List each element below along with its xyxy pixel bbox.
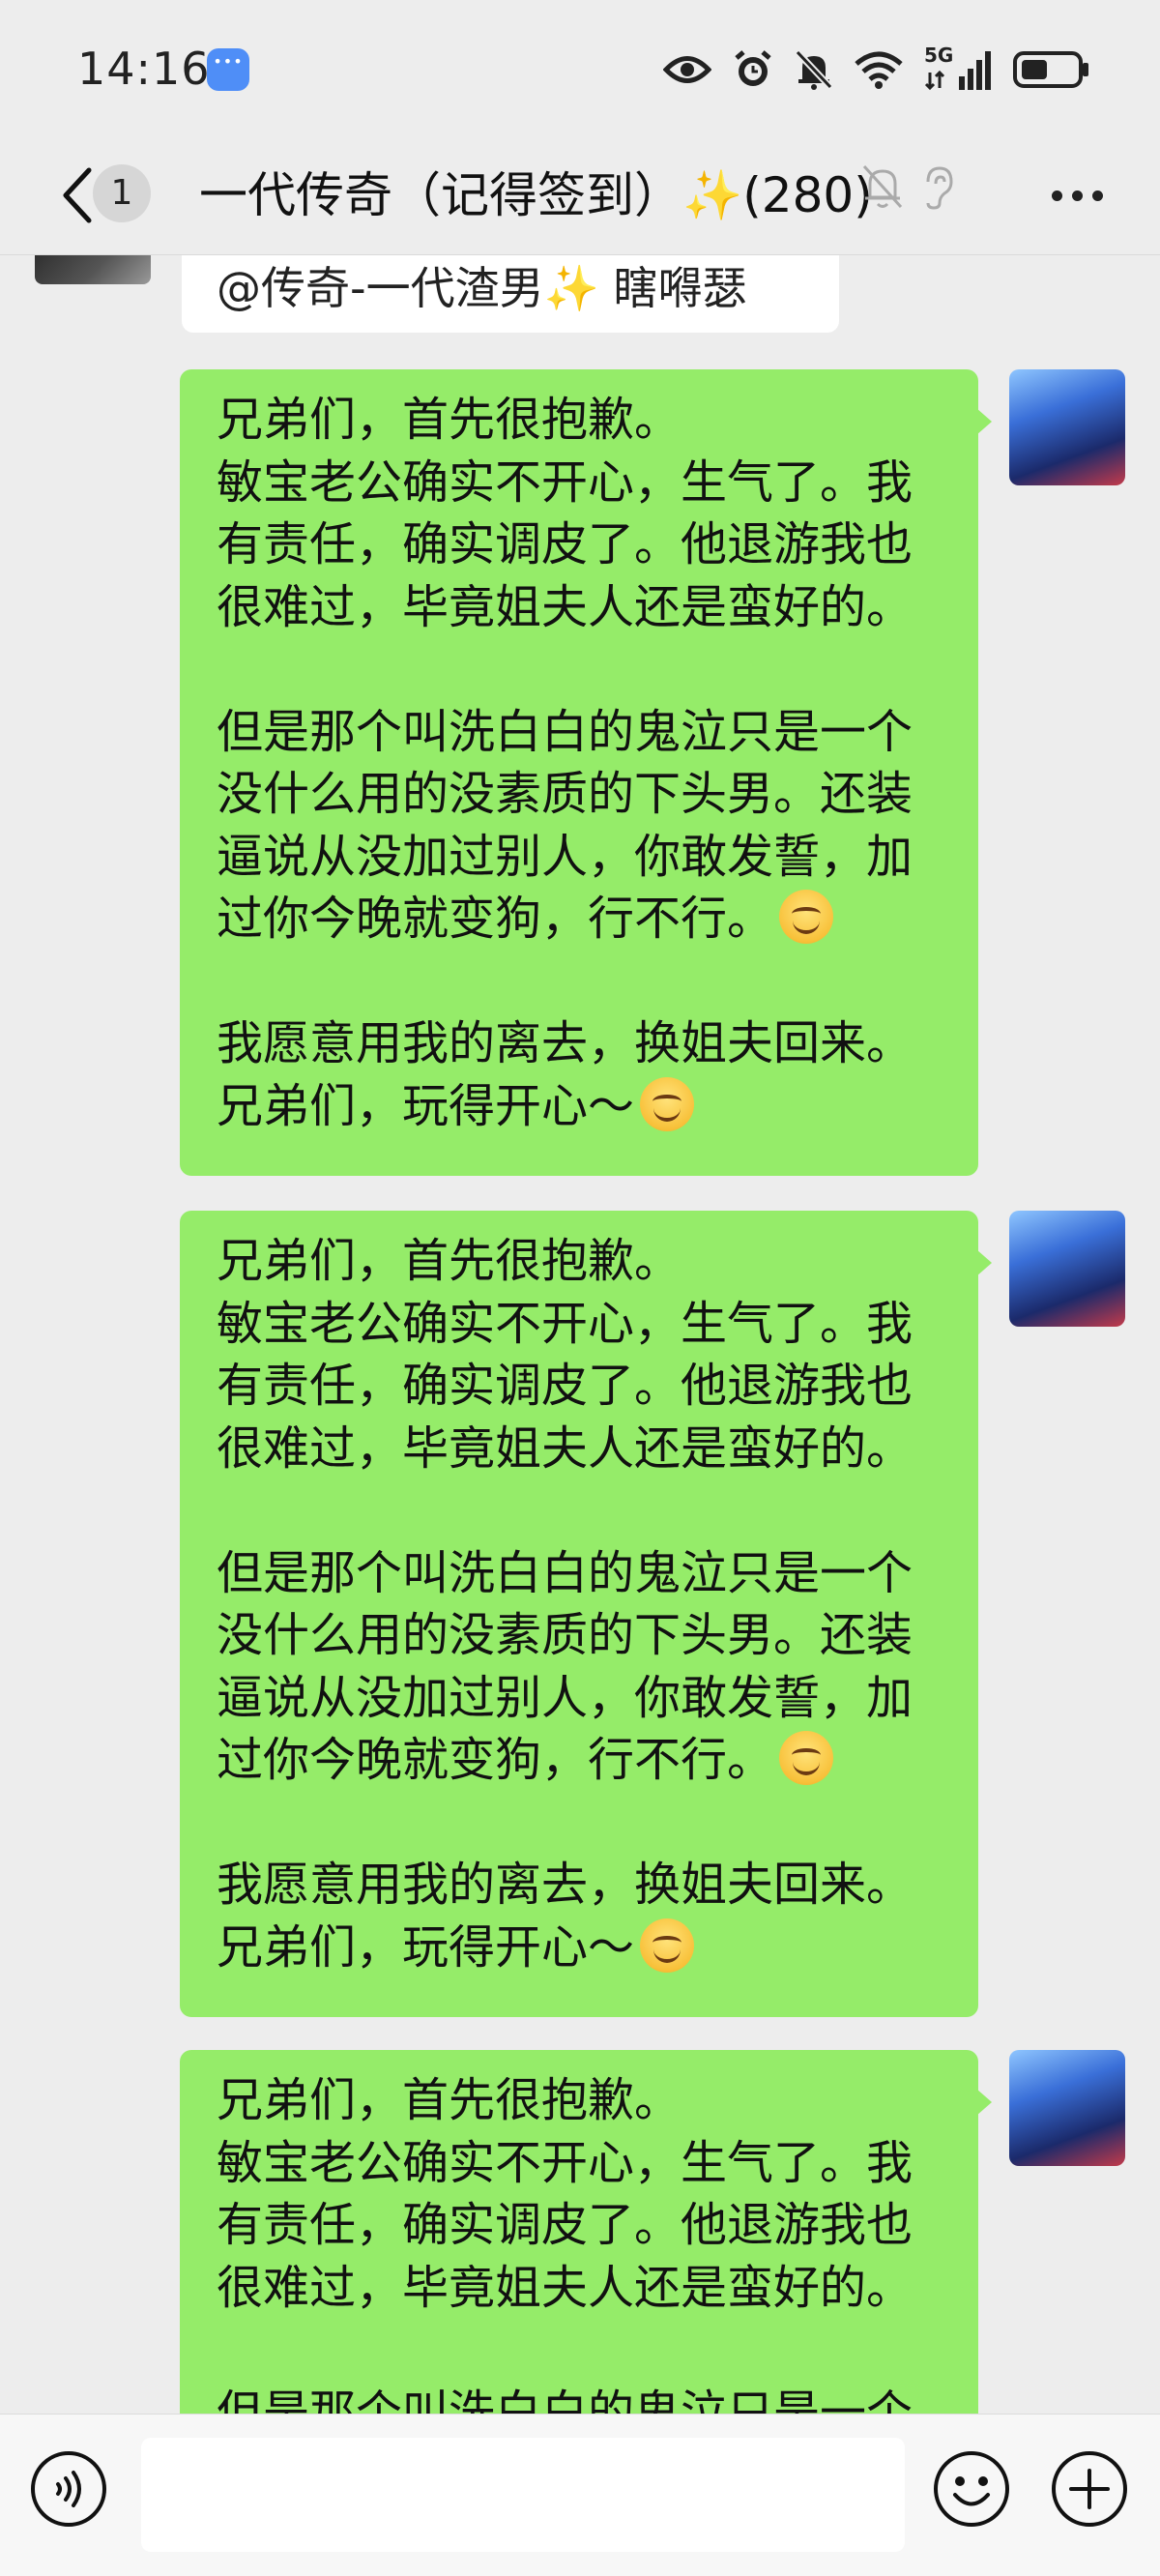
message-input[interactable] — [141, 2438, 905, 2552]
unread-count-badge[interactable]: 1 — [93, 164, 151, 222]
message-line-with-emoji: 兄弟们，玩得开心～ — [217, 1075, 955, 1138]
mute-icon — [862, 164, 903, 209]
message-line-with-emoji: 过你今晚就变狗，行不行。 — [217, 888, 955, 951]
message-line: 兄弟们，首先很抱歉。 — [217, 2073, 682, 2127]
wifi-icon — [855, 51, 903, 89]
silent-icon — [795, 49, 833, 90]
voice-icon[interactable] — [29, 2449, 108, 2529]
chat-title[interactable]: 一代传奇（记得签到）✨(280) — [199, 161, 873, 230]
message-line: 逼说从没加过别人，你敢发誓，加 — [217, 829, 914, 884]
input-bar — [0, 2414, 1160, 2576]
smile-emoji-icon — [640, 1076, 695, 1131]
message-line: 兄弟们，首先很抱歉。 — [217, 393, 682, 447]
signal-icon — [924, 51, 991, 91]
eye-icon — [663, 56, 711, 83]
my-avatar[interactable] — [1009, 1211, 1125, 1327]
more-dot — [1051, 190, 1062, 201]
message-line: 敏宝老公确实不开心，生气了。我 — [217, 1296, 914, 1351]
more-dot — [1091, 190, 1103, 201]
message-line: 兄弟们，玩得开心～ — [217, 1078, 635, 1133]
message-line: 有责任，确实调皮了。他退游我也 — [217, 2198, 914, 2252]
message-bubble-outgoing[interactable]: 兄弟们，首先很抱歉。 敏宝老公确实不开心，生气了。我 有责任，确实调皮了。他退游… — [180, 2050, 992, 2415]
smile-emoji-icon — [640, 1917, 695, 1973]
battery-icon — [1013, 51, 1088, 88]
signal-group: 5G — [924, 44, 992, 92]
my-avatar[interactable] — [1009, 369, 1125, 485]
message-line: 逼说从没加过别人，你敢发誓，加 — [217, 1670, 914, 1725]
status-icons: 5G — [663, 44, 1090, 95]
message-line: 敏宝老公确实不开心，生气了。我 — [217, 2135, 914, 2190]
message-line: 有责任，确实调皮了。他退游我也 — [217, 1359, 914, 1413]
message-line: 很难过，毕竟姐夫人还是蛮好的。 — [217, 1420, 914, 1476]
message-line: 但是那个叫洗白白的鬼泣只是一个 — [217, 2385, 914, 2415]
message-line: 兄弟们，玩得开心～ — [217, 1919, 635, 1975]
message-line: 但是那个叫洗白白的鬼泣只是一个 — [217, 1545, 914, 1600]
smile-emoji-icon — [779, 890, 834, 944]
more-button[interactable] — [1029, 157, 1125, 234]
smile-emoji-icon — [779, 1731, 834, 1785]
chat-header: 1 一代传奇（记得签到）✨(280) — [0, 135, 1160, 255]
message-bubble-incoming[interactable]: @传奇-一代渣男✨ 瞎嘚瑟 — [182, 255, 839, 333]
chat-message-list[interactable]: @传奇-一代渣男✨ 瞎嘚瑟 兄弟们，首先很抱歉。 敏宝老公确实不开心，生气了。我… — [0, 255, 1160, 2414]
message-bubble-outgoing[interactable]: 兄弟们，首先很抱歉。 敏宝老公确实不开心，生气了。我 有责任，确实调皮了。他退游… — [180, 1211, 992, 2017]
message-line: 没什么用的没素质的下头男。还装 — [217, 767, 914, 821]
emoji-icon[interactable] — [932, 2449, 1011, 2529]
message-line: 没什么用的没素质的下头男。还装 — [217, 1608, 914, 1662]
status-bar: 14:16 5G — [0, 0, 1160, 135]
message-line-with-emoji: 过你今晚就变狗，行不行。 — [217, 1729, 955, 1792]
more-dot — [1071, 190, 1083, 201]
message-line: 我愿意用我的离去，换姐夫回来。 — [217, 1016, 914, 1070]
plus-icon[interactable] — [1050, 2449, 1129, 2529]
message-bubble-outgoing[interactable]: 兄弟们，首先很抱歉。 敏宝老公确实不开心，生气了。我 有责任，确实调皮了。他退游… — [180, 369, 992, 1176]
message-line-with-emoji: 兄弟们，玩得开心～ — [217, 1917, 955, 1979]
message-line: 但是那个叫洗白白的鬼泣只是一个 — [217, 704, 914, 759]
message-line: 过你今晚就变狗，行不行。 — [217, 1733, 774, 1787]
ear-icon — [926, 166, 953, 210]
message-line: 敏宝老公确实不开心，生气了。我 — [217, 454, 914, 510]
my-avatar[interactable] — [1009, 2050, 1125, 2166]
status-time: 14:16 — [77, 43, 211, 95]
back-icon — [63, 167, 92, 223]
message-line: 很难过，毕竟姐夫人还是蛮好的。 — [217, 2260, 914, 2315]
message-line: 我愿意用我的离去，换姐夫回来。 — [217, 1858, 914, 1912]
notification-chat-icon — [207, 48, 249, 91]
message-line: 有责任，确实调皮了。他退游我也 — [217, 517, 914, 571]
message-line: 过你今晚就变狗，行不行。 — [217, 892, 774, 946]
alarm-icon — [735, 50, 771, 86]
sender-avatar[interactable] — [35, 255, 151, 284]
message-line: 兄弟们，首先很抱歉。 — [217, 1234, 682, 1288]
message-line: 很难过，毕竟姐夫人还是蛮好的。 — [217, 579, 914, 634]
